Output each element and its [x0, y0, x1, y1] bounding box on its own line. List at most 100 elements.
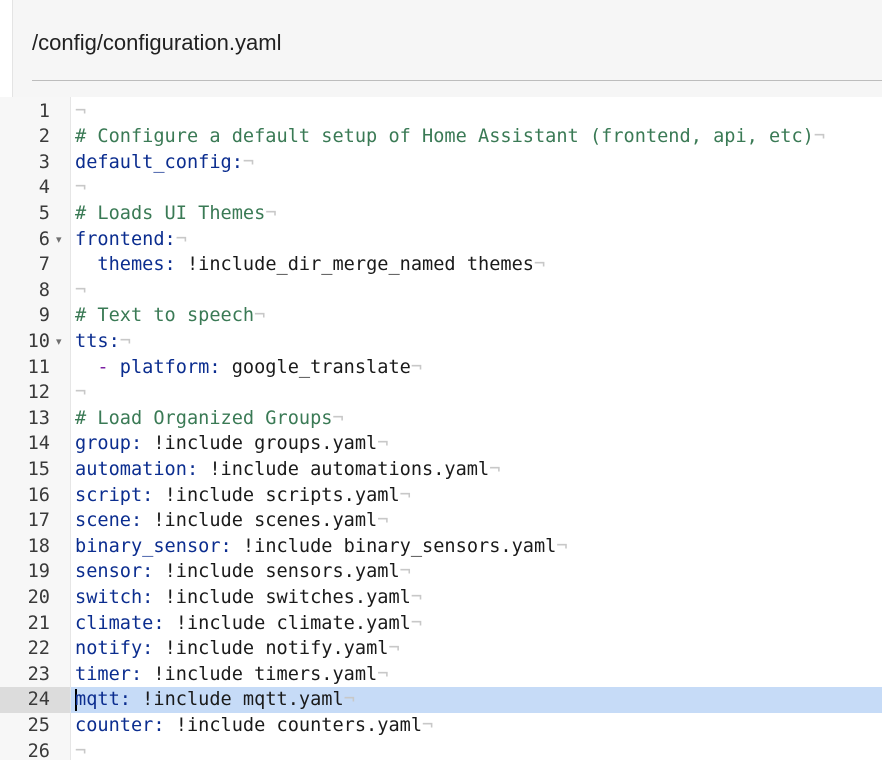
code-line-content[interactable]: sensor: !include sensors.yaml¬ — [71, 559, 882, 585]
yaml-key: themes: — [97, 254, 175, 275]
code-line-content[interactable]: # Configure a default setup of Home Assi… — [71, 124, 882, 150]
code-line-content[interactable]: ¬ — [71, 739, 882, 764]
yaml-comment: # Load Organized Groups — [75, 408, 332, 429]
code-line-content[interactable]: scene: !include scenes.yaml¬ — [71, 508, 882, 534]
fold-arrow-icon[interactable]: ▾ — [56, 329, 62, 355]
code-line-content[interactable]: - platform: google_translate¬ — [71, 355, 882, 381]
yaml-value: !include automations.yaml — [198, 459, 489, 480]
code-line-content[interactable]: switch: !include switches.yaml¬ — [71, 585, 882, 611]
code-line-content[interactable]: tts:¬ — [71, 329, 882, 355]
code-line[interactable]: 24mqtt: !include mqtt.yaml¬ — [0, 687, 882, 713]
code-line-content[interactable]: notify: !include notify.yaml¬ — [71, 636, 882, 662]
indent-whitespace — [75, 357, 97, 378]
pilcrow-eol-icon: ¬ — [377, 433, 388, 454]
line-number: 2 — [39, 124, 50, 150]
pilcrow-eol-icon: ¬ — [332, 408, 343, 429]
code-line-content[interactable]: script: !include scripts.yaml¬ — [71, 483, 882, 509]
code-line-content[interactable]: # Text to speech¬ — [71, 303, 882, 329]
code-line[interactable]: 12¬ — [0, 380, 882, 406]
code-line[interactable]: 4¬ — [0, 175, 882, 201]
code-line[interactable]: 10▾tts:¬ — [0, 329, 882, 355]
code-line[interactable]: 22notify: !include notify.yaml¬ — [0, 636, 882, 662]
code-line[interactable]: 1¬ — [0, 99, 882, 125]
pilcrow-eol-icon: ¬ — [75, 280, 86, 301]
yaml-key: switch: — [75, 587, 153, 608]
code-line[interactable]: 2 # Configure a default setup of Home Ass… — [0, 124, 882, 150]
pilcrow-eol-icon: ¬ — [377, 664, 388, 685]
code-editor[interactable]: 1¬2 # Configure a default setup of Home A… — [0, 97, 882, 760]
code-line[interactable]: 16script: !include scripts.yaml¬ — [0, 483, 882, 509]
yaml-key: scene: — [75, 510, 142, 531]
code-line[interactable]: 19 sensor: !include sensors.yaml¬ — [0, 559, 882, 585]
line-number-cell: 8 — [0, 278, 70, 304]
line-number-cell: 23 — [0, 662, 70, 688]
line-number: 19 — [28, 559, 50, 585]
code-line[interactable]: 7 themes: !include_dir_merge_named theme… — [0, 252, 882, 278]
code-line-content[interactable]: frontend:¬ — [71, 227, 882, 253]
line-number-cell: 15 — [0, 457, 70, 483]
yaml-value: !include counters.yaml — [165, 715, 422, 736]
code-line[interactable]: 6▾frontend:¬ — [0, 227, 882, 253]
pilcrow-eol-icon: ¬ — [489, 459, 500, 480]
code-line-content[interactable]: timer: !include timers.yaml¬ — [71, 662, 882, 688]
code-line[interactable]: 3default_config:¬ — [0, 150, 882, 176]
line-number-cell: 6▾ — [0, 227, 70, 253]
yaml-key: timer: — [75, 664, 142, 685]
pilcrow-eol-icon: ¬ — [411, 613, 422, 634]
code-line-content[interactable]: group: !include groups.yaml¬ — [71, 431, 882, 457]
yaml-value: google_translate — [221, 357, 411, 378]
pilcrow-eol-icon: ¬ — [75, 177, 86, 198]
code-line[interactable]: 11 - platform: google_translate¬ — [0, 355, 882, 381]
line-number: 9 — [39, 303, 50, 329]
yaml-value: !include mqtt.yaml — [131, 689, 344, 710]
yaml-key: binary_sensor: — [75, 536, 232, 557]
code-line[interactable]: 18binary_sensor: !include binary_sensors… — [0, 534, 882, 560]
code-line-content[interactable]: ¬ — [71, 278, 882, 304]
code-line[interactable]: 14group: !include groups.yaml¬ — [0, 431, 882, 457]
pilcrow-eol-icon: ¬ — [556, 536, 567, 557]
code-line-content[interactable]: ¬ — [71, 99, 882, 125]
code-line[interactable]: 13# Load Organized Groups¬ — [0, 406, 882, 432]
line-number: 25 — [28, 713, 50, 739]
code-line-content[interactable]: themes: !include_dir_merge_named themes¬ — [71, 252, 882, 278]
code-line-content[interactable]: # Loads UI Themes¬ — [71, 201, 882, 227]
code-line[interactable]: 8¬ — [0, 278, 882, 304]
yaml-value: !include notify.yaml — [153, 638, 388, 659]
code-line-content[interactable]: automation: !include automations.yaml¬ — [71, 457, 882, 483]
yaml-key: group: — [75, 433, 142, 454]
yaml-key: script: — [75, 485, 153, 506]
pilcrow-eol-icon: ¬ — [120, 331, 131, 352]
code-line[interactable]: 17 scene: !include scenes.yaml¬ — [0, 508, 882, 534]
fold-arrow-icon[interactable]: ▾ — [56, 227, 62, 253]
code-line[interactable]: 23 timer: !include timers.yaml¬ — [0, 662, 882, 688]
code-line[interactable]: 15automation: !include automations.yaml¬ — [0, 457, 882, 483]
code-line[interactable]: 5# Loads UI Themes¬ — [0, 201, 882, 227]
code-line[interactable]: 26¬ — [0, 739, 882, 764]
line-number-cell: 13 — [0, 406, 70, 432]
pilcrow-eol-icon: ¬ — [411, 587, 422, 608]
indent-whitespace — [75, 254, 97, 275]
line-number: 17 — [28, 508, 50, 534]
code-line-content[interactable]: default_config:¬ — [71, 150, 882, 176]
line-number: 8 — [39, 278, 50, 304]
line-number-cell: 2 — [0, 124, 70, 150]
line-number-cell: 9 — [0, 303, 70, 329]
header-divider — [32, 80, 882, 81]
code-line-content[interactable]: counter: !include counters.yaml¬ — [71, 713, 882, 739]
code-line-content[interactable]: climate: !include climate.yaml¬ — [71, 611, 882, 637]
code-line-content[interactable]: binary_sensor: !include binary_sensors.y… — [71, 534, 882, 560]
code-line[interactable]: 20switch: !include switches.yaml¬ — [0, 585, 882, 611]
code-line-content[interactable]: ¬ — [71, 380, 882, 406]
code-line-content[interactable]: ¬ — [71, 175, 882, 201]
line-number: 21 — [28, 611, 50, 637]
code-line[interactable]: 9 # Text to speech¬ — [0, 303, 882, 329]
code-line[interactable]: 21 climate: !include climate.yaml¬ — [0, 611, 882, 637]
line-number: 23 — [28, 662, 50, 688]
line-number-cell: 21 — [0, 611, 70, 637]
pilcrow-eol-icon: ¬ — [422, 715, 433, 736]
code-line-content[interactable]: mqtt: !include mqtt.yaml¬ — [71, 687, 882, 713]
yaml-key: sensor: — [75, 561, 153, 582]
list-dash: - — [97, 357, 119, 378]
code-line[interactable]: 25 counter: !include counters.yaml¬ — [0, 713, 882, 739]
code-line-content[interactable]: # Load Organized Groups¬ — [71, 406, 882, 432]
